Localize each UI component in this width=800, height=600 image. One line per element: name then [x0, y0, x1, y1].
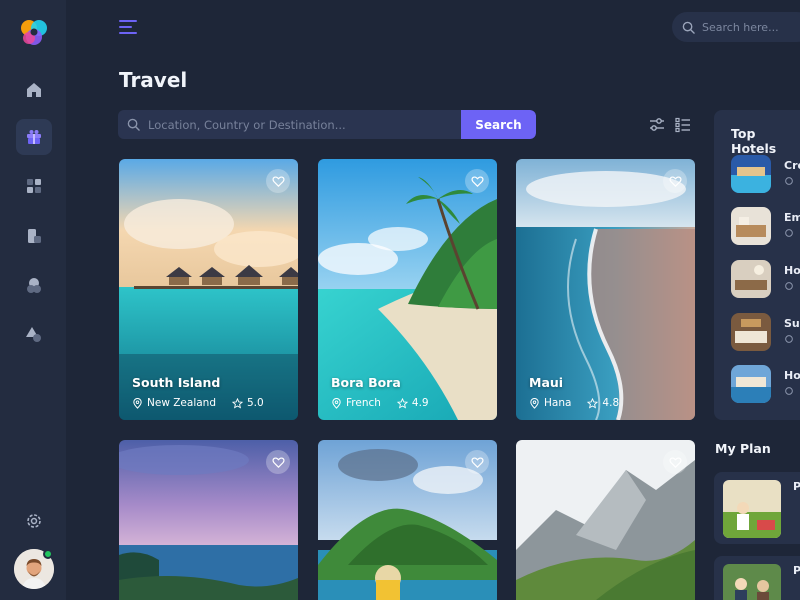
hotel-item[interactable]: Sur: [731, 313, 800, 351]
location-pin-icon: [785, 229, 793, 237]
plan-name: P: [793, 564, 800, 577]
destination-location: New Zealand: [147, 397, 216, 409]
hotel-item[interactable]: Em: [731, 207, 800, 245]
plan-card[interactable]: P: [714, 472, 800, 544]
hotel-thumbnail: [731, 260, 771, 298]
users-icon: [27, 278, 41, 293]
page-title: Travel: [119, 68, 188, 92]
app-logo[interactable]: [17, 16, 51, 50]
location-pin-icon: [530, 397, 539, 409]
online-status-indicator: [43, 549, 53, 559]
destination-meta: Hana 4.8: [529, 397, 619, 409]
star-icon: [587, 397, 599, 409]
destination-location: French: [346, 397, 381, 409]
hotel-name: Ho: [784, 369, 800, 382]
heart-icon: [470, 175, 484, 187]
search-icon: [127, 118, 140, 131]
destination-rating: 4.9: [411, 397, 429, 409]
destination-search: Search: [118, 110, 536, 139]
destination-card[interactable]: South Island New Zealand 5.0: [119, 159, 298, 420]
sidebar-item-gift[interactable]: [16, 119, 52, 155]
top-hotels-title: Top Hotels: [731, 126, 777, 156]
destination-name: Maui: [529, 375, 564, 390]
destination-meta: French 4.9: [331, 397, 429, 409]
favorite-button[interactable]: [465, 450, 489, 474]
sidebar-item-home[interactable]: [16, 72, 52, 108]
sidebar-item-settings[interactable]: [16, 503, 52, 539]
destination-card[interactable]: [119, 440, 298, 600]
destination-card[interactable]: [318, 440, 497, 600]
star-icon: [396, 397, 408, 409]
plan-thumbnail: [723, 480, 781, 538]
plan-card[interactable]: P: [714, 556, 800, 600]
global-search[interactable]: [672, 12, 800, 42]
location-pin-icon: [785, 387, 793, 395]
heart-icon: [271, 175, 285, 187]
star-icon: [232, 397, 243, 409]
destination-search-input[interactable]: [148, 117, 461, 132]
favorite-button[interactable]: [266, 169, 290, 193]
home-icon: [27, 83, 41, 97]
favorite-button[interactable]: [663, 169, 687, 193]
favorite-button[interactable]: [266, 450, 290, 474]
sidebar-item-grid[interactable]: [16, 168, 52, 204]
destination-location: Hana: [544, 397, 572, 409]
hotel-name: Cro: [784, 159, 800, 172]
global-search-input[interactable]: [702, 20, 792, 34]
destination-card[interactable]: [516, 440, 695, 600]
plan-name: P: [793, 480, 800, 493]
document-icon: [28, 229, 41, 243]
hotel-item[interactable]: Ho: [731, 365, 800, 403]
hotel-name: Em: [784, 211, 800, 224]
destination-name: Bora Bora: [331, 375, 401, 390]
hotel-thumbnail: [731, 365, 771, 403]
destination-rating: 4.8: [602, 397, 620, 409]
hotel-thumbnail: [731, 313, 771, 351]
hotel-thumbnail: [731, 155, 771, 193]
heart-icon: [668, 456, 682, 468]
destination-name: South Island: [132, 375, 221, 390]
heart-icon: [668, 175, 682, 187]
my-plan-title: My Plan: [715, 441, 771, 456]
destination-card[interactable]: Maui Hana 4.8: [516, 159, 695, 420]
location-pin-icon: [332, 397, 341, 409]
location-pin-icon: [785, 177, 793, 185]
gift-icon: [27, 130, 41, 144]
shapes-icon: [26, 327, 41, 342]
hotel-item[interactable]: Ho: [731, 260, 800, 298]
hotel-name: Ho: [784, 264, 800, 277]
favorite-button[interactable]: [465, 169, 489, 193]
search-icon: [682, 21, 695, 34]
heart-icon: [470, 456, 484, 468]
destination-card[interactable]: Bora Bora French 4.9: [318, 159, 497, 420]
heart-icon: [271, 456, 285, 468]
sidebar: [0, 0, 66, 600]
search-button[interactable]: Search: [461, 110, 536, 139]
gear-icon: [27, 514, 41, 528]
favorite-button[interactable]: [663, 450, 687, 474]
sidebar-item-shapes[interactable]: [16, 316, 52, 352]
plan-thumbnail: [723, 564, 781, 600]
filter-icon[interactable]: [648, 116, 666, 134]
location-pin-icon: [785, 335, 793, 343]
location-pin-icon: [785, 282, 793, 290]
sidebar-item-users[interactable]: [16, 267, 52, 303]
grid-icon: [27, 179, 41, 193]
hotel-item[interactable]: Cro: [731, 155, 800, 193]
location-pin-icon: [133, 397, 142, 409]
list-view-icon[interactable]: [674, 116, 692, 134]
destination-rating: 5.0: [247, 397, 264, 409]
sidebar-item-documents[interactable]: [16, 218, 52, 254]
menu-icon[interactable]: [118, 17, 138, 37]
destination-meta: New Zealand 5.0: [132, 397, 264, 409]
hotel-thumbnail: [731, 207, 771, 245]
hotel-name: Sur: [784, 317, 800, 330]
